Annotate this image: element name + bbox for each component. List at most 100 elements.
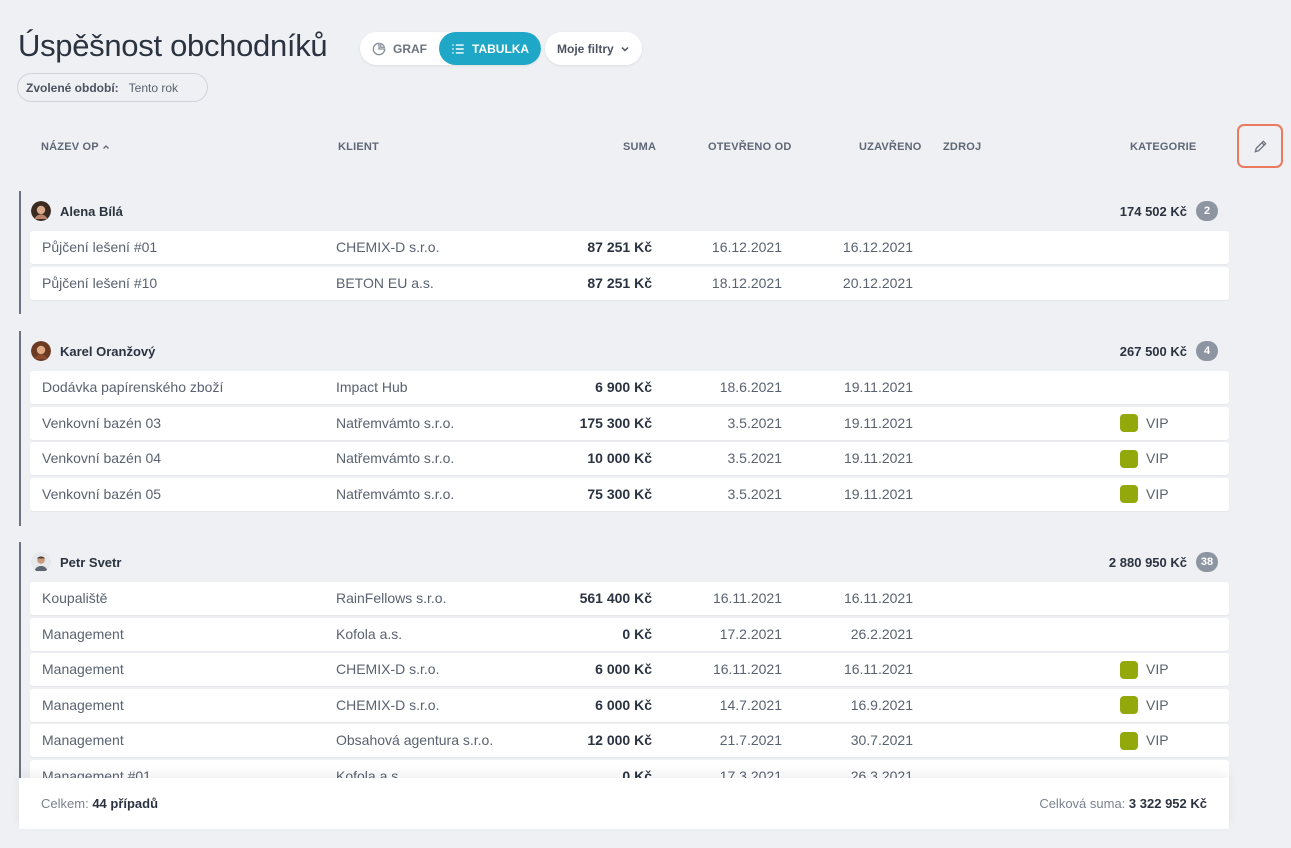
opened-date: 3.5.2021 [727, 485, 783, 502]
category-label: VIP [1146, 732, 1169, 748]
deal-sum: 87 251 Kč [587, 274, 652, 291]
client-name: Natřemvámto s.r.o. [336, 485, 455, 502]
client-name: Obsahová agentura s.r.o. [336, 732, 494, 748]
category-label: VIP [1146, 696, 1169, 713]
table-row[interactable]: Management CHEMIX-D s.r.o. 6 000 Kč 16.1… [30, 653, 1229, 686]
client-name: CHEMIX-D s.r.o. [336, 239, 440, 255]
owner-name: Alena Bílá [60, 203, 123, 219]
closed-date: 16.11.2021 [843, 661, 913, 677]
opened-date: 18.12.2021 [711, 274, 782, 291]
closed-date: 19.11.2021 [843, 414, 913, 431]
category-tag: VIP [1120, 478, 1169, 511]
client-name: Natřemvámto s.r.o. [336, 414, 455, 431]
closed-date: 30.7.2021 [850, 732, 913, 748]
deal-sum: 87 251 Kč [587, 239, 652, 255]
client-name: Kofola a.s. [336, 625, 403, 642]
total-count: Celkem: 44 případů [41, 796, 158, 811]
owner-group: Petr Svetr 2 880 950 Kč 38 Koupaliště Ra… [19, 542, 1231, 778]
category-label: VIP [1146, 450, 1169, 466]
closed-date: 26.2.2021 [850, 625, 913, 642]
deal-sum: 6 000 Kč [595, 696, 652, 713]
opened-date: 18.6.2021 [719, 379, 782, 395]
owner-group: Alena Bílá 174 502 Kč 2 Půjčení lešení #… [19, 191, 1231, 314]
table-row[interactable]: Půjčení lešení #01 CHEMIX-D s.r.o. 87 25… [30, 231, 1229, 264]
category-label: VIP [1146, 414, 1169, 431]
vip-swatch [1120, 449, 1138, 468]
avatar [31, 201, 51, 221]
opened-date: 17.3.2021 [719, 767, 782, 779]
closed-date: 19.11.2021 [843, 379, 913, 395]
total-count-value: 44 případů [92, 796, 159, 811]
client-name: Kofola a.s. [336, 767, 403, 779]
table-scroll-area[interactable]: Alena Bílá 174 502 Kč 2 Půjčení lešení #… [0, 0, 1291, 778]
opened-date: 16.12.2021 [711, 239, 782, 255]
total-count-label: Celkem: [41, 796, 89, 811]
client-name: Impact Hub [336, 379, 408, 395]
category-tag: VIP [1120, 442, 1169, 475]
category-tag: VIP [1120, 653, 1169, 686]
owner-group-header[interactable]: Alena Bílá 174 502 Kč 2 [21, 191, 1231, 231]
vip-swatch [1120, 696, 1138, 714]
table-row[interactable]: Venkovní bazén 04 Natřemvámto s.r.o. 10 … [30, 442, 1229, 475]
category-tag: VIP [1120, 407, 1169, 440]
category-tag: VIP [1120, 724, 1169, 757]
owner-name: Petr Svetr [60, 554, 122, 570]
avatar [31, 552, 51, 572]
closed-date: 19.11.2021 [843, 450, 913, 466]
avatar [31, 341, 51, 361]
deal-sum: 12 000 Kč [587, 732, 652, 748]
client-name: Natřemvámto s.r.o. [336, 450, 455, 466]
closed-date: 16.9.2021 [850, 696, 913, 713]
owner-group: Karel Oranžový 267 500 Kč 4 Dodávka papí… [19, 331, 1231, 526]
closed-date: 26.3.2021 [850, 767, 913, 779]
deal-name: Management [42, 732, 124, 748]
deal-sum: 10 000 Kč [587, 450, 652, 466]
deal-sum: 0 Kč [622, 767, 652, 779]
deal-name: Management [42, 696, 124, 713]
closed-date: 16.11.2021 [843, 590, 913, 606]
count-badge: 2 [1196, 201, 1218, 221]
owner-group-header[interactable]: Karel Oranžový 267 500 Kč 4 [21, 331, 1231, 371]
table-row[interactable]: Management Kofola a.s. 0 Kč 17.2.2021 26… [30, 617, 1229, 651]
category-tag: VIP [1120, 689, 1169, 722]
opened-date: 3.5.2021 [727, 450, 783, 466]
table-row[interactable]: Management CHEMIX-D s.r.o. 6 000 Kč 14.7… [30, 688, 1229, 722]
vip-swatch [1120, 485, 1138, 503]
group-total: 2 880 950 Kč [1108, 554, 1187, 570]
total-sum-label: Celková suma: [1039, 796, 1126, 811]
deal-name: Management #01 [42, 767, 151, 779]
deal-name: Venkovní bazén 05 [42, 485, 162, 502]
vip-swatch [1120, 660, 1138, 679]
opened-date: 16.11.2021 [712, 661, 782, 677]
group-total: 267 500 Kč [1119, 343, 1187, 359]
deal-name: Management [42, 661, 124, 677]
table-row[interactable]: Venkovní bazén 03 Natřemvámto s.r.o. 175… [30, 406, 1229, 440]
deal-sum: 6 900 Kč [595, 379, 652, 395]
opened-date: 21.7.2021 [719, 732, 782, 748]
owner-group-header[interactable]: Petr Svetr 2 880 950 Kč 38 [21, 542, 1231, 582]
count-badge: 38 [1196, 552, 1218, 572]
opened-date: 17.2.2021 [719, 625, 782, 642]
deal-name: Koupaliště [42, 590, 108, 606]
opened-date: 14.7.2021 [719, 696, 782, 713]
deal-sum: 6 000 Kč [595, 661, 652, 677]
closed-date: 19.11.2021 [843, 485, 913, 502]
table-row[interactable]: Management Obsahová agentura s.r.o. 12 0… [30, 724, 1229, 757]
deal-sum: 75 300 Kč [587, 485, 652, 502]
opened-date: 16.11.2021 [712, 590, 782, 606]
group-total: 174 502 Kč [1119, 203, 1187, 219]
client-name: CHEMIX-D s.r.o. [336, 661, 440, 677]
table-footer: Celkem: 44 případů Celková suma: 3 322 9… [19, 778, 1229, 829]
deal-name: Venkovní bazén 03 [42, 414, 162, 431]
category-label: VIP [1146, 661, 1169, 677]
deal-name: Dodávka papírenského zboží [42, 379, 224, 395]
table-row[interactable]: Půjčení lešení #10 BETON EU a.s. 87 251 … [30, 266, 1229, 300]
table-row[interactable]: Dodávka papírenského zboží Impact Hub 6 … [30, 371, 1229, 404]
table-row[interactable]: Management #01 Kofola a.s. 0 Kč 17.3.202… [30, 759, 1229, 779]
deal-sum: 175 300 Kč [579, 414, 652, 431]
deal-name: Venkovní bazén 04 [42, 450, 162, 466]
count-badge: 4 [1196, 341, 1218, 361]
total-sum: Celková suma: 3 322 952 Kč [1039, 796, 1207, 811]
table-row[interactable]: Venkovní bazén 05 Natřemvámto s.r.o. 75 … [30, 477, 1229, 511]
table-row[interactable]: Koupaliště RainFellows s.r.o. 561 400 Kč… [30, 582, 1229, 615]
